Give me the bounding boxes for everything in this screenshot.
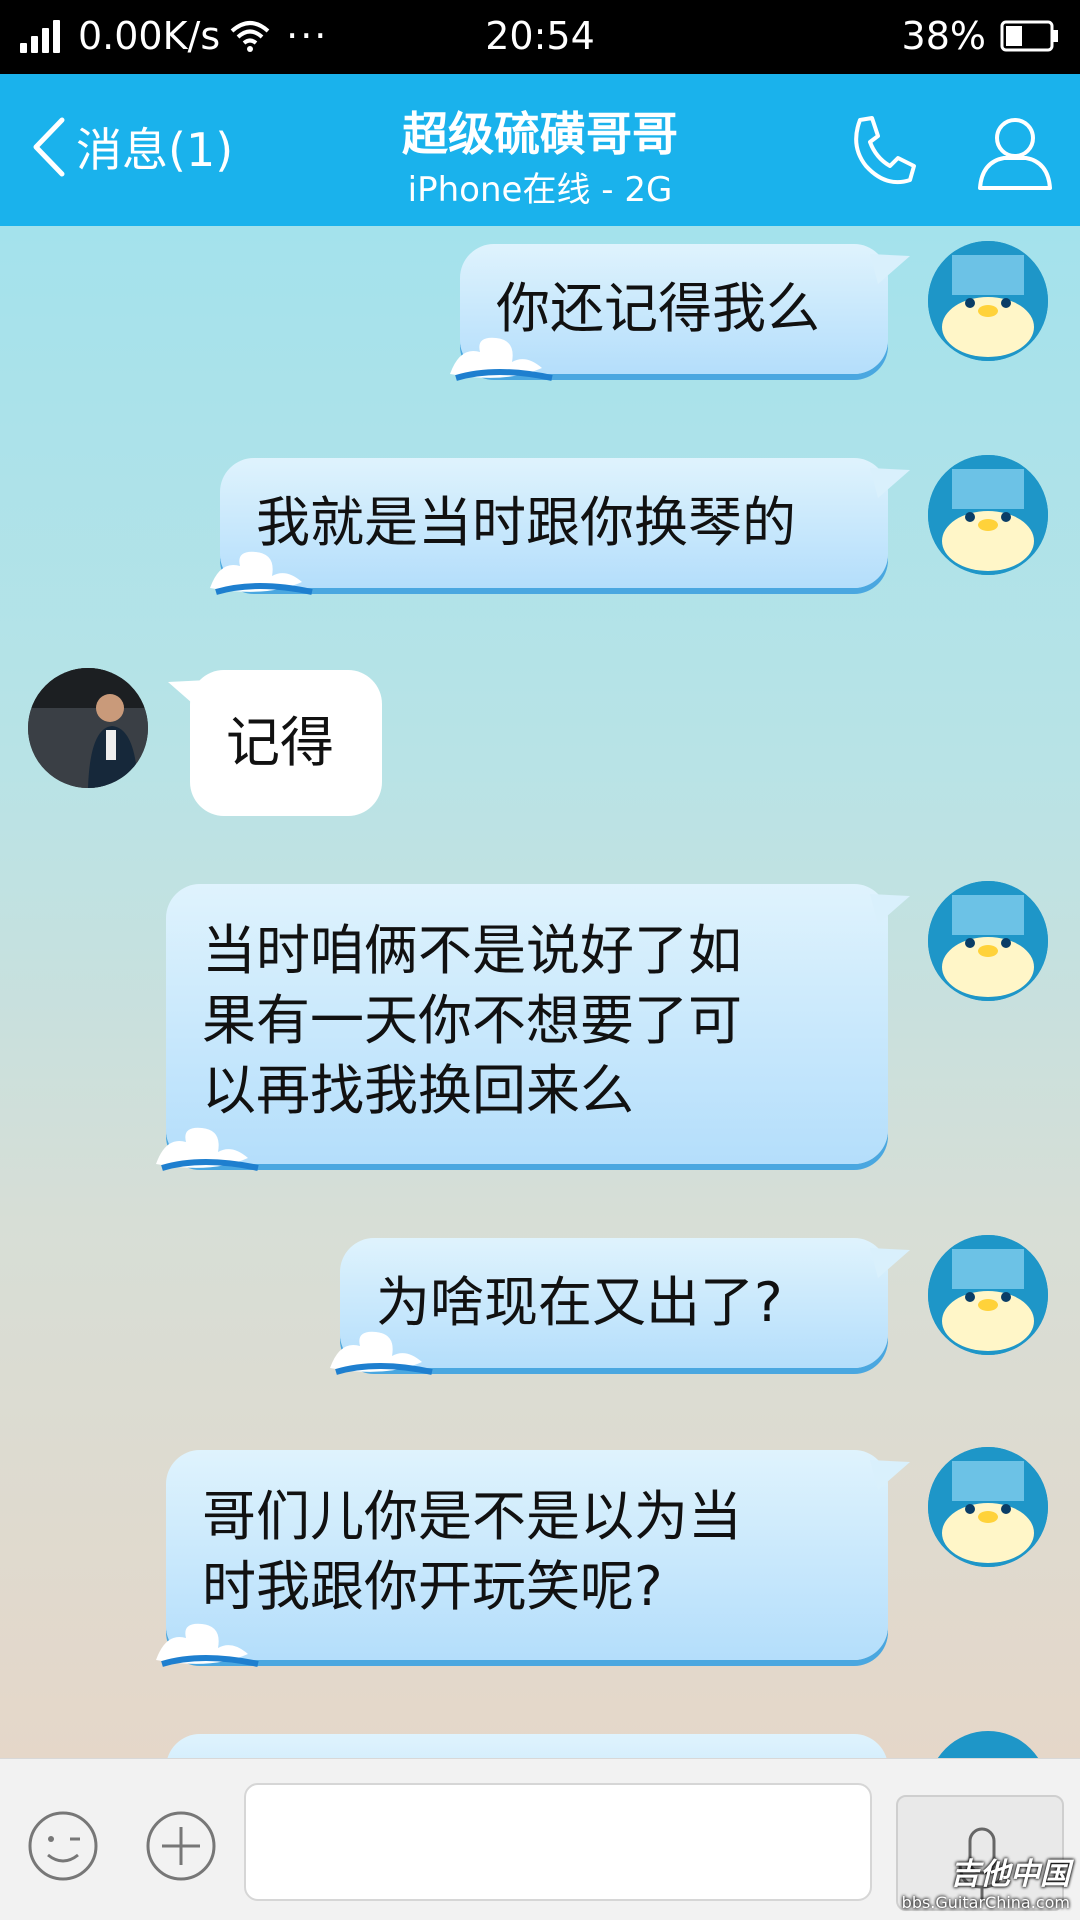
message-bubble-sent[interactable]: 你还记得我么	[450, 244, 910, 381]
watermark: 吉他中国 bbs.GuitarChina.com	[902, 1849, 1070, 1912]
message-line: 时我跟你开玩笑呢?	[202, 1555, 663, 1618]
message-bubble-sent[interactable]: 哥们儿你是不是以为当 时我跟你开玩笑呢?	[156, 1450, 910, 1667]
profile-icon[interactable]	[974, 112, 1056, 192]
bubble-tail	[168, 680, 208, 710]
message-bubble-sent[interactable]	[166, 1734, 888, 1758]
chat-area[interactable]: 你还记得我么 我就是当时跟你换琴的 记得 当时咱俩不是说好了如 果有一天你不想要…	[0, 226, 1080, 1758]
message-line: 当时咱俩不是说好了如	[202, 919, 742, 982]
avatar[interactable]	[928, 241, 1048, 361]
penguin-avatar-icon	[928, 1447, 1048, 1567]
message-line: 哥们儿你是不是以为当	[202, 1485, 742, 1548]
wave-decoration-icon	[450, 337, 553, 381]
message-text: 为啥现在又出了?	[376, 1271, 783, 1334]
penguin-avatar-icon	[928, 455, 1048, 575]
emoji-icon[interactable]	[26, 1809, 100, 1883]
message-line: 以再找我换回来么	[202, 1059, 634, 1122]
message-bubble-sent[interactable]: 为啥现在又出了?	[330, 1238, 910, 1375]
penguin-avatar-icon	[928, 241, 1048, 361]
penguin-avatar-icon	[928, 881, 1048, 1001]
battery-icon	[1000, 20, 1058, 52]
bubble-tail	[870, 1248, 910, 1278]
bubble-tail	[870, 254, 910, 284]
penguin-avatar-icon	[928, 1235, 1048, 1355]
bubble-tail	[870, 468, 910, 498]
message-line: 果有一天你不想要了可	[202, 989, 742, 1052]
watermark-url: bbs.GuitarChina.com	[901, 1893, 1070, 1912]
bubble-tail	[870, 894, 910, 924]
avatar[interactable]	[928, 1731, 1048, 1758]
wave-decoration-icon	[156, 1623, 259, 1667]
watermark-title: 吉他中国	[950, 1857, 1070, 1892]
status-right: 38%	[902, 14, 1060, 58]
message-bubble-sent[interactable]: 当时咱俩不是说好了如 果有一天你不想要了可 以再找我换回来么	[156, 884, 910, 1171]
message-input[interactable]	[244, 1783, 872, 1901]
title-bar: 消息(1) 超级硫磺哥哥 iPhone在线 - 2G	[0, 74, 1080, 226]
contact-status: iPhone在线 - 2G	[407, 170, 673, 210]
user-photo-avatar	[28, 668, 148, 788]
avatar[interactable]	[928, 1235, 1048, 1355]
avatar[interactable]	[928, 455, 1048, 575]
phone-icon[interactable]	[846, 114, 918, 190]
message-text: 记得	[226, 711, 334, 774]
message-bubble-sent[interactable]: 我就是当时跟你换琴的	[210, 458, 910, 595]
status-bar: 0.00K/s ··· 20:54 38%	[0, 0, 1080, 74]
input-bar: 吉他中国 bbs.GuitarChina.com	[0, 1758, 1080, 1920]
wave-decoration-icon	[330, 1331, 433, 1375]
message-text: 我就是当时跟你换琴的	[256, 491, 796, 554]
bubble-tail	[870, 1460, 910, 1490]
wave-decoration-icon	[156, 1127, 259, 1171]
avatar[interactable]	[28, 668, 148, 788]
plus-icon[interactable]	[144, 1809, 218, 1883]
contact-name: 超级硫磺哥哥	[402, 107, 678, 161]
message-bubble-received[interactable]: 记得	[168, 670, 382, 816]
avatar[interactable]	[928, 881, 1048, 1001]
avatar[interactable]	[928, 1447, 1048, 1567]
battery-percent: 38%	[901, 14, 986, 58]
wave-decoration-icon	[210, 551, 313, 595]
